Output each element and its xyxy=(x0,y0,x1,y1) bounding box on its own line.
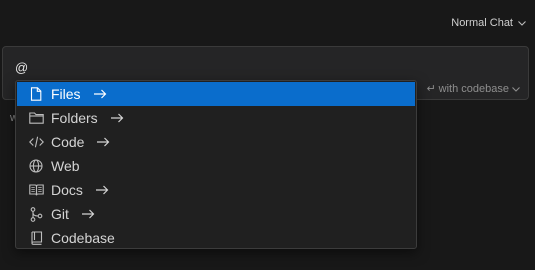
codebase-submit-hint[interactable]: ↵ with codebase xyxy=(426,82,520,95)
mention-menu-item-docs[interactable]: Docs xyxy=(17,178,415,202)
mention-menu-item-label: Codebase xyxy=(51,230,115,246)
mention-menu-item-label: Web xyxy=(51,158,80,174)
arrow-right-icon xyxy=(110,113,124,123)
code-icon xyxy=(28,135,44,149)
mention-menu-item-label: Docs xyxy=(51,182,83,198)
chat-mode-label: Normal Chat xyxy=(451,17,513,29)
chat-panel: Normal Chat @ ↵ with codebase w Files Fol… xyxy=(0,0,535,270)
repo-icon xyxy=(29,231,43,245)
mention-menu-item-git[interactable]: Git xyxy=(17,202,415,226)
mention-menu-item-folders[interactable]: Folders xyxy=(17,106,415,130)
codebase-hint-label: with codebase xyxy=(438,82,509,95)
chevron-down-icon xyxy=(512,83,520,95)
mention-menu-item-code[interactable]: Code xyxy=(17,130,415,154)
mention-menu-item-label: Files xyxy=(51,86,81,102)
arrow-right-icon xyxy=(96,137,110,147)
arrow-right-icon xyxy=(95,185,109,195)
mention-menu-item-label: Code xyxy=(51,134,85,150)
chevron-down-icon xyxy=(518,20,526,26)
mention-menu-item-label: Git xyxy=(51,206,69,222)
mention-menu-item-label: Folders xyxy=(51,110,98,126)
arrow-right-icon xyxy=(81,209,95,219)
git-branch-icon xyxy=(29,206,43,222)
chat-input[interactable]: @ xyxy=(15,60,28,75)
enter-key-icon: ↵ xyxy=(426,83,436,95)
chat-mode-dropdown[interactable]: Normal Chat xyxy=(451,17,526,29)
mention-menu-item-codebase[interactable]: Codebase xyxy=(17,226,415,250)
folder-icon xyxy=(28,111,44,125)
mention-menu-item-files[interactable]: Files xyxy=(17,82,415,106)
book-icon xyxy=(28,183,44,197)
mention-menu: Files Folders Code Web Docs Git Codebase xyxy=(15,80,417,249)
globe-icon xyxy=(29,159,43,173)
arrow-right-icon xyxy=(93,89,107,99)
mention-menu-item-web[interactable]: Web xyxy=(17,154,415,178)
file-icon xyxy=(29,87,43,101)
